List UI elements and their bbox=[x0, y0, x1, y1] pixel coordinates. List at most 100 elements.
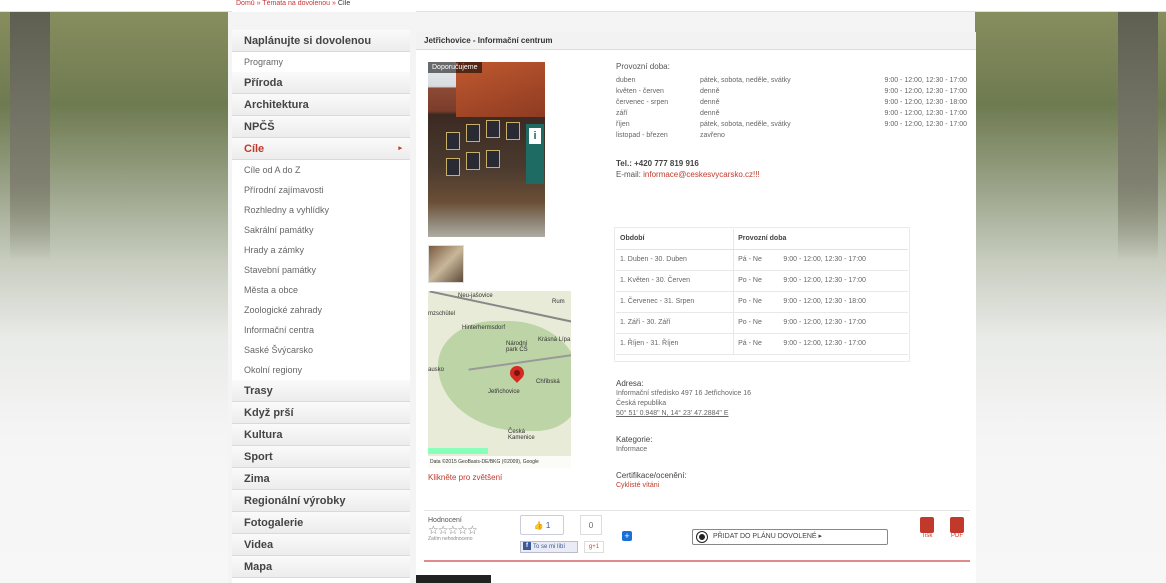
sidebar-item[interactable]: Stavební památky bbox=[232, 260, 410, 280]
circle-icon bbox=[697, 532, 707, 542]
sidebar-item[interactable]: Fotogalerie bbox=[232, 512, 410, 534]
add-to-plan-button[interactable]: PŘIDAT DO PLÁNU DOVOLENÉ ▸ bbox=[692, 529, 888, 545]
sidebar-item-label: Programy bbox=[244, 57, 284, 67]
sidebar-item[interactable]: Zoologické zahrady bbox=[232, 300, 410, 320]
sidebar-item-label: Sakrální památky bbox=[244, 225, 314, 235]
table-cell: Po - Ne bbox=[733, 270, 780, 292]
sidebar-item[interactable]: Příroda bbox=[232, 72, 410, 94]
background-left bbox=[0, 0, 228, 583]
sidebar-item[interactable]: Zima bbox=[232, 468, 410, 490]
sidebar-item-label: Stavební památky bbox=[244, 265, 317, 275]
sidebar-item-label: Saské Švýcarsko bbox=[244, 345, 314, 355]
sidebar-item[interactable]: Přírodní zajímavosti bbox=[232, 180, 410, 200]
facebook-icon: f bbox=[523, 542, 531, 551]
location-map[interactable]: Neu-jašovice Rum mzschütel Hinterhermsdo… bbox=[428, 291, 571, 468]
email-link[interactable]: informace@ceskesvycarsko.cz!!! bbox=[643, 170, 760, 179]
background-right bbox=[975, 0, 1166, 583]
table-row: 1. Září - 30. Září Po - Ne 9:00 - 12:00, 1… bbox=[616, 312, 908, 334]
sidebar-item-label: Hrady a zámky bbox=[244, 245, 305, 255]
table-cell: 1. Červenec - 31. Srpen bbox=[616, 291, 734, 313]
hours-cell: pátek, sobota, neděle, svátky bbox=[700, 121, 791, 128]
page-title: Jetřichovice - Informační centrum bbox=[416, 32, 976, 50]
hours-row: listopad - březen zavřeno bbox=[616, 130, 971, 141]
sidebar-item[interactable]: Naplánujte si dovolenou bbox=[232, 30, 410, 52]
table-cell: 1. Září - 30. Září bbox=[616, 312, 734, 334]
sidebar-item[interactable]: Okolní regiony bbox=[232, 360, 410, 380]
sidebar-item-label: Fotogalerie bbox=[244, 517, 304, 529]
sidebar-item[interactable]: NPČŠ bbox=[232, 116, 410, 138]
map-label: Česká Kamenice bbox=[508, 429, 535, 441]
google-plus-button[interactable]: g+1 bbox=[584, 541, 604, 553]
sidebar-item[interactable]: Města a obce bbox=[232, 280, 410, 300]
table-header: Provozní doba bbox=[733, 229, 908, 250]
certification-link[interactable]: Cyklisté vítáni bbox=[616, 482, 659, 489]
table-cell: 9:00 - 12:00, 12:30 - 17:00 bbox=[779, 270, 908, 292]
sidebar-item[interactable]: Regionální výrobky bbox=[232, 490, 410, 512]
map-footer: Data ©2015 GeoBasis-DE/BKG (©2009), Goog… bbox=[428, 456, 571, 468]
certification-label: Certifikace/ocenění: bbox=[616, 471, 687, 480]
table-row: 1. Duben - 30. Duben Pá - Ne 9:00 - 12:00,… bbox=[616, 249, 908, 271]
sidebar-item-label: Když prší bbox=[244, 407, 294, 419]
main-photo[interactable]: i Doporučujeme bbox=[428, 62, 545, 237]
sidebar-item-label: Zoologické zahrady bbox=[244, 305, 323, 315]
category-value: Informace bbox=[616, 446, 648, 453]
sidebar-item[interactable]: Když prší bbox=[232, 402, 410, 424]
like-button[interactable]: 👍 1 bbox=[520, 515, 564, 535]
rating-stars-icon[interactable]: ☆☆☆☆☆ bbox=[428, 524, 478, 536]
schedule-table: Období Provozní doba 1. Duben - 30. Dube… bbox=[616, 229, 908, 355]
like-count: 0 bbox=[580, 515, 602, 535]
pdf-icon bbox=[950, 517, 964, 533]
share-plus-icon[interactable]: + bbox=[622, 531, 632, 541]
sidebar-nav: Naplánujte si dovolenou Programy Příroda Ar… bbox=[232, 30, 410, 583]
sidebar-item[interactable]: Kultura bbox=[232, 424, 410, 446]
table-cell: Pá - Ne bbox=[733, 333, 780, 355]
table-cell: Po - Ne bbox=[733, 312, 780, 334]
add-to-plan-label: PŘIDAT DO PLÁNU DOVOLENÉ ▸ bbox=[713, 533, 823, 540]
hours-cell: listopad - březen bbox=[616, 132, 668, 139]
table-header: Období bbox=[616, 229, 734, 250]
sidebar-item[interactable]: Hrady a zámky bbox=[232, 240, 410, 260]
main-content: Jetřichovice - Informační centrum i Dopo… bbox=[416, 32, 976, 583]
hours-cell: denně bbox=[700, 99, 720, 106]
sidebar-item[interactable]: Cíle ▸ bbox=[232, 138, 410, 160]
top-strip bbox=[0, 0, 1166, 12]
sidebar-item[interactable]: Videa bbox=[232, 534, 410, 556]
table-cell: Pá - Ne bbox=[733, 249, 780, 271]
arrow-right-icon: ▸ bbox=[398, 145, 402, 152]
sidebar-item[interactable]: Sport bbox=[232, 446, 410, 468]
hours-row: říjen pátek, sobota, neděle, svátky 9:00 -… bbox=[616, 119, 971, 130]
sidebar-item[interactable]: Cíle od A do Z bbox=[232, 160, 410, 180]
sidebar-item[interactable]: Informační centra bbox=[232, 320, 410, 340]
sidebar-item[interactable]: Programy bbox=[232, 52, 410, 72]
sidebar-item[interactable]: Rozhledny a vyhlídky bbox=[232, 200, 410, 220]
hours-cell bbox=[806, 130, 971, 141]
table-row: 1. Říjen - 31. Říjen Pá - Ne 9:00 - 12:00,… bbox=[616, 333, 908, 355]
facebook-like-label: To se mi líbí bbox=[533, 544, 566, 550]
map-label: Krásná Lípa bbox=[538, 337, 571, 343]
map-label: Hinterhermsdorf bbox=[462, 325, 506, 331]
sidebar-item-label: Přírodní zajímavosti bbox=[244, 185, 324, 195]
sidebar-item[interactable]: Architektura bbox=[232, 94, 410, 116]
pdf-button[interactable]: PDF bbox=[946, 517, 968, 545]
sidebar-item-label: Sport bbox=[244, 451, 273, 463]
sidebar-item-label: Videa bbox=[244, 539, 274, 551]
facebook-like-button[interactable]: f To se mi líbí bbox=[520, 541, 578, 553]
print-button[interactable]: Tisk bbox=[916, 517, 938, 545]
map-label: Národní park ČŠ bbox=[506, 341, 528, 353]
email-line: E-mail: informace@ceskesvycarsko.cz!!! bbox=[616, 170, 971, 179]
breadcrumb-path[interactable]: Domů » Témata na dovolenou » bbox=[236, 0, 338, 7]
sidebar-item-label: Zima bbox=[244, 473, 270, 485]
sidebar-item[interactable]: Saské Švýcarsko bbox=[232, 340, 410, 360]
sidebar-item-label: Regionální výrobky bbox=[244, 495, 346, 507]
sidebar-item[interactable]: Sakrální památky bbox=[232, 220, 410, 240]
gps-coordinates[interactable]: 50° 51' 0.948" N, 14° 23' 47.2884" E bbox=[616, 409, 946, 419]
sidebar-item-label: Okolní regiony bbox=[244, 365, 303, 375]
sidebar-item[interactable]: Mapa bbox=[232, 556, 410, 578]
photo-thumbnail[interactable] bbox=[428, 245, 464, 283]
map-enlarge-link[interactable]: Klikněte pro zvětšení bbox=[428, 473, 502, 482]
photo-label: Doporučujeme bbox=[428, 62, 482, 73]
sidebar-item[interactable]: Trasy bbox=[232, 380, 410, 402]
print-label: Tisk bbox=[921, 533, 933, 539]
table-cell: 9:00 - 12:00, 12:30 - 17:00 bbox=[779, 333, 908, 355]
table-cell: 1. Duben - 30. Duben bbox=[616, 249, 734, 271]
